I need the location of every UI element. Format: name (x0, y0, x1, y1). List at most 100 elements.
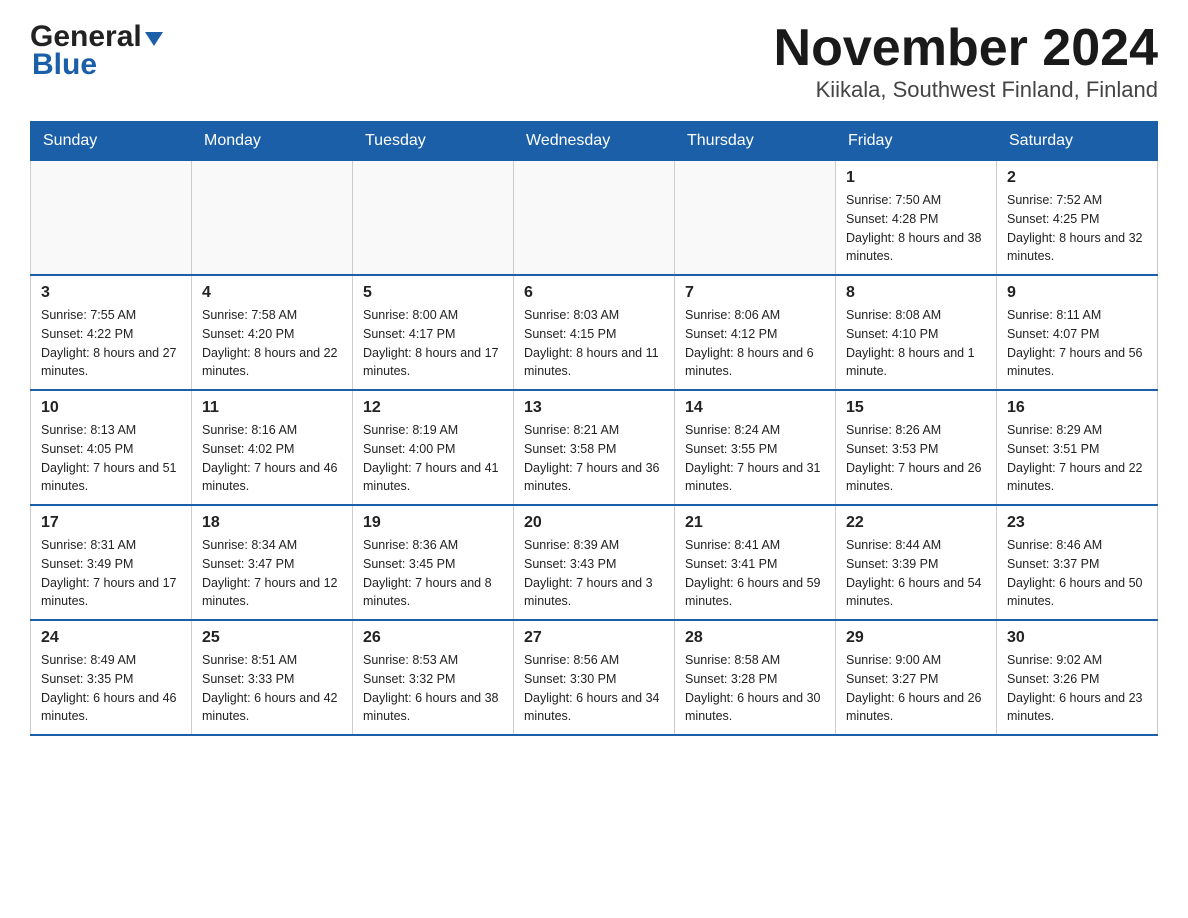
weekday-header-row: SundayMondayTuesdayWednesdayThursdayFrid… (31, 122, 1158, 161)
calendar-cell: 3 Sunrise: 7:55 AM Sunset: 4:22 PM Daylig… (31, 275, 192, 390)
day-info: Sunrise: 8:56 AM Sunset: 3:30 PM Dayligh… (524, 651, 664, 726)
calendar-cell: 4 Sunrise: 7:58 AM Sunset: 4:20 PM Daylig… (192, 275, 353, 390)
day-number: 3 (41, 284, 181, 302)
calendar-cell: 1Sunrise: 7:50 AM Sunset: 4:28 PM Daylig… (836, 161, 997, 276)
day-number: 25 (202, 629, 342, 647)
calendar-cell: 14Sunrise: 8:24 AM Sunset: 3:55 PM Dayli… (675, 390, 836, 505)
calendar-cell: 21 Sunrise: 8:41 AM Sunset: 3:41 PM Dayli… (675, 505, 836, 620)
weekday-header-friday: Friday (836, 122, 997, 161)
calendar-week-2: 3 Sunrise: 7:55 AM Sunset: 4:22 PM Daylig… (31, 275, 1158, 390)
day-info: Sunrise: 8:36 AM Sunset: 3:45 PM Dayligh… (363, 536, 503, 611)
calendar-cell: 13Sunrise: 8:21 AM Sunset: 3:58 PM Dayli… (514, 390, 675, 505)
day-number: 1 (846, 169, 986, 187)
calendar-cell: 29 Sunrise: 9:00 AM Sunset: 3:27 PM Dayli… (836, 620, 997, 735)
calendar-cell: 9 Sunrise: 8:11 AM Sunset: 4:07 PM Daylig… (997, 275, 1158, 390)
day-info: Sunrise: 8:19 AM Sunset: 4:00 PM Dayligh… (363, 421, 503, 496)
weekday-header-sunday: Sunday (31, 122, 192, 161)
day-number: 4 (202, 284, 342, 302)
day-info: Sunrise: 8:51 AM Sunset: 3:33 PM Dayligh… (202, 651, 342, 726)
day-info: Sunrise: 8:34 AM Sunset: 3:47 PM Dayligh… (202, 536, 342, 611)
calendar-cell (192, 161, 353, 276)
calendar-cell: 2Sunrise: 7:52 AM Sunset: 4:25 PM Daylig… (997, 161, 1158, 276)
calendar-cell: 8 Sunrise: 8:08 AM Sunset: 4:10 PM Daylig… (836, 275, 997, 390)
calendar-cell (31, 161, 192, 276)
day-number: 5 (363, 284, 503, 302)
calendar-cell: 11 Sunrise: 8:16 AM Sunset: 4:02 PM Dayli… (192, 390, 353, 505)
day-info: Sunrise: 8:53 AM Sunset: 3:32 PM Dayligh… (363, 651, 503, 726)
day-info: Sunrise: 8:29 AM Sunset: 3:51 PM Dayligh… (1007, 421, 1147, 496)
calendar-week-3: 10Sunrise: 8:13 AM Sunset: 4:05 PM Dayli… (31, 390, 1158, 505)
calendar-week-1: 1Sunrise: 7:50 AM Sunset: 4:28 PM Daylig… (31, 161, 1158, 276)
calendar-cell: 10Sunrise: 8:13 AM Sunset: 4:05 PM Dayli… (31, 390, 192, 505)
day-info: Sunrise: 8:06 AM Sunset: 4:12 PM Dayligh… (685, 306, 825, 381)
day-number: 29 (846, 629, 986, 647)
day-number: 26 (363, 629, 503, 647)
calendar-cell: 7 Sunrise: 8:06 AM Sunset: 4:12 PM Daylig… (675, 275, 836, 390)
calendar-title: November 2024 (774, 20, 1158, 77)
day-info: Sunrise: 8:44 AM Sunset: 3:39 PM Dayligh… (846, 536, 986, 611)
day-number: 22 (846, 514, 986, 532)
calendar-cell: 30Sunrise: 9:02 AM Sunset: 3:26 PM Dayli… (997, 620, 1158, 735)
calendar-cell: 19 Sunrise: 8:36 AM Sunset: 3:45 PM Dayli… (353, 505, 514, 620)
calendar-cell: 16 Sunrise: 8:29 AM Sunset: 3:51 PM Dayli… (997, 390, 1158, 505)
day-info: Sunrise: 8:11 AM Sunset: 4:07 PM Dayligh… (1007, 306, 1147, 381)
page-header: General Blue November 2024 Kiikala, Sout… (30, 20, 1158, 103)
day-info: Sunrise: 8:16 AM Sunset: 4:02 PM Dayligh… (202, 421, 342, 496)
calendar-cell: 20Sunrise: 8:39 AM Sunset: 3:43 PM Dayli… (514, 505, 675, 620)
day-number: 8 (846, 284, 986, 302)
calendar-header: SundayMondayTuesdayWednesdayThursdayFrid… (31, 122, 1158, 161)
day-number: 13 (524, 399, 664, 417)
day-info: Sunrise: 8:46 AM Sunset: 3:37 PM Dayligh… (1007, 536, 1147, 611)
calendar-cell: 12 Sunrise: 8:19 AM Sunset: 4:00 PM Dayli… (353, 390, 514, 505)
day-info: Sunrise: 8:26 AM Sunset: 3:53 PM Dayligh… (846, 421, 986, 496)
calendar-body: 1Sunrise: 7:50 AM Sunset: 4:28 PM Daylig… (31, 161, 1158, 736)
day-info: Sunrise: 7:52 AM Sunset: 4:25 PM Dayligh… (1007, 191, 1147, 266)
calendar-cell (514, 161, 675, 276)
day-number: 11 (202, 399, 342, 417)
day-number: 15 (846, 399, 986, 417)
calendar-cell: 15 Sunrise: 8:26 AM Sunset: 3:53 PM Dayli… (836, 390, 997, 505)
calendar-cell: 18 Sunrise: 8:34 AM Sunset: 3:47 PM Dayli… (192, 505, 353, 620)
day-number: 19 (363, 514, 503, 532)
calendar-week-5: 24 Sunrise: 8:49 AM Sunset: 3:35 PM Dayli… (31, 620, 1158, 735)
day-info: Sunrise: 7:58 AM Sunset: 4:20 PM Dayligh… (202, 306, 342, 381)
weekday-header-tuesday: Tuesday (353, 122, 514, 161)
day-info: Sunrise: 8:49 AM Sunset: 3:35 PM Dayligh… (41, 651, 181, 726)
day-number: 21 (685, 514, 825, 532)
weekday-header-thursday: Thursday (675, 122, 836, 161)
calendar-cell: 24 Sunrise: 8:49 AM Sunset: 3:35 PM Dayli… (31, 620, 192, 735)
day-info: Sunrise: 8:08 AM Sunset: 4:10 PM Dayligh… (846, 306, 986, 381)
day-info: Sunrise: 9:02 AM Sunset: 3:26 PM Dayligh… (1007, 651, 1147, 726)
calendar-cell (675, 161, 836, 276)
day-info: Sunrise: 9:00 AM Sunset: 3:27 PM Dayligh… (846, 651, 986, 726)
calendar-title-block: November 2024 Kiikala, Southwest Finland… (774, 20, 1158, 103)
calendar-cell: 28Sunrise: 8:58 AM Sunset: 3:28 PM Dayli… (675, 620, 836, 735)
day-number: 28 (685, 629, 825, 647)
day-number: 12 (363, 399, 503, 417)
day-number: 9 (1007, 284, 1147, 302)
weekday-header-monday: Monday (192, 122, 353, 161)
logo-blue-text: Blue (30, 48, 163, 82)
calendar-cell (353, 161, 514, 276)
day-number: 14 (685, 399, 825, 417)
day-info: Sunrise: 8:00 AM Sunset: 4:17 PM Dayligh… (363, 306, 503, 381)
day-number: 27 (524, 629, 664, 647)
day-number: 20 (524, 514, 664, 532)
calendar-cell: 23 Sunrise: 8:46 AM Sunset: 3:37 PM Dayli… (997, 505, 1158, 620)
day-number: 16 (1007, 399, 1147, 417)
calendar-week-4: 17Sunrise: 8:31 AM Sunset: 3:49 PM Dayli… (31, 505, 1158, 620)
day-number: 18 (202, 514, 342, 532)
day-info: Sunrise: 8:41 AM Sunset: 3:41 PM Dayligh… (685, 536, 825, 611)
calendar-cell: 5 Sunrise: 8:00 AM Sunset: 4:17 PM Daylig… (353, 275, 514, 390)
day-number: 17 (41, 514, 181, 532)
day-info: Sunrise: 7:55 AM Sunset: 4:22 PM Dayligh… (41, 306, 181, 381)
day-number: 7 (685, 284, 825, 302)
logo-triangle-icon (145, 32, 163, 46)
weekday-header-saturday: Saturday (997, 122, 1158, 161)
day-info: Sunrise: 8:13 AM Sunset: 4:05 PM Dayligh… (41, 421, 181, 496)
day-number: 24 (41, 629, 181, 647)
calendar-cell: 17Sunrise: 8:31 AM Sunset: 3:49 PM Dayli… (31, 505, 192, 620)
calendar-cell: 6Sunrise: 8:03 AM Sunset: 4:15 PM Daylig… (514, 275, 675, 390)
day-number: 23 (1007, 514, 1147, 532)
calendar-cell: 26 Sunrise: 8:53 AM Sunset: 3:32 PM Dayli… (353, 620, 514, 735)
